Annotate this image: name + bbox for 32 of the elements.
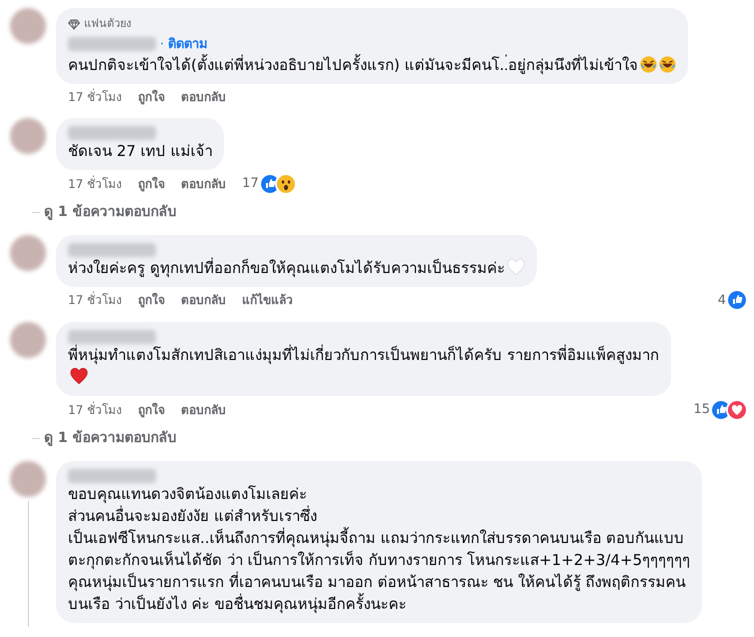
action-link[interactable]: ตอบกลับ <box>181 291 226 310</box>
avatar[interactable] <box>10 8 46 44</box>
action-link[interactable]: ถูกใจ <box>138 291 166 310</box>
action-link[interactable]: ตอบกลับ <box>181 174 226 193</box>
action-link[interactable]: ถูกใจ <box>138 174 166 193</box>
avatar[interactable] <box>10 460 46 496</box>
view-replies-link[interactable]: ดู 1 ข้อความตอบกลับ <box>44 428 176 448</box>
comment-text: ขอบคุณแทนดวงจิตน้องแตงโมเลยค่ะ ส่วนคนอื่นจะมองยังงัย แต่สำหรับเราซึ่ง เป็นเอฟซีโหนกระแส..เห็นถึงการที่คุณหนุ่มจี้ถาม แถมว่ากระแทกใส่บรรดาคนบนเรือ ตอบกันแบบ ตะกุกตะกักจนเห็นได้ชัด ว่า เป็นการให้การเท็จ กับทางรายการ โหนกระแส+1+2+3/4+5ๆๆๆๆๆๆ คุณหนุ่มเป็นรายการแรก ที่เอาคนบนเรือ มาออก ต่อหน้าสาธารณะ ชน ให้คนได้รู้ ถึงพฤติกรรมคน บนเรือ ว่าเป็นยังไง ค่ะ ขอชื่นชมคุณหนุ่มอีกครั้งนะคะ <box>68 484 690 614</box>
view-replies-link[interactable]: ดู 1 ข้อความตอบกลับ <box>44 202 176 222</box>
comment-time: 17 ชั่วโมง <box>68 400 122 419</box>
avatar[interactable] <box>10 322 46 358</box>
action-link[interactable]: ถูกใจ <box>138 88 166 106</box>
edited-label: แก้ไขแล้ว <box>242 292 294 310</box>
comment-text: ห่วงใยค่ะครู ดูทุกเทปที่ออกก็ขอให้คุณแตงโมได้รับความเป็นธรรมค่ะ <box>68 256 525 278</box>
avatar[interactable] <box>10 234 46 270</box>
comment-time: 17 ชั่วโมง <box>68 88 122 106</box>
comment-time: 17 ชั่วโมง <box>68 291 122 310</box>
reaction-count: 4 <box>718 292 726 310</box>
action-link[interactable]: ตอบกลับ <box>181 88 226 106</box>
follow-link[interactable]: ติดตาม <box>168 34 208 54</box>
badge-label: แฟนตัวยง <box>84 16 131 32</box>
comment-time: 17 ชั่วโมง <box>68 174 122 193</box>
reaction-count: 17 <box>242 175 259 193</box>
comment-text: พี่หนุ่มทำแตงโมสักเทปสิเอาแง่มุมที่ไม่เกี่ยวกับการเป็นพยานก็ได้ครับ รายการพี่อิมแพ็คสูงมาก <box>68 344 659 388</box>
avatar[interactable] <box>10 118 46 154</box>
reaction-count: 15 <box>693 401 710 419</box>
comment-text: ชัดเจน 27 เทป แม่เจ้า <box>68 141 212 162</box>
comment-text: คนปกติจะเข้าใจได้(ตั้งแต่พี่หน่วงอธิบายไปครั้งแรก) แต่มันจะมีคนโ..่อยู่กลุ่มนึงที่ไม่เข้าใจ <box>68 54 676 76</box>
action-link[interactable]: ตอบกลับ <box>181 400 226 419</box>
diamond-icon <box>68 18 80 30</box>
action-link[interactable]: ถูกใจ <box>138 400 166 419</box>
separator-dot: · <box>160 36 164 54</box>
